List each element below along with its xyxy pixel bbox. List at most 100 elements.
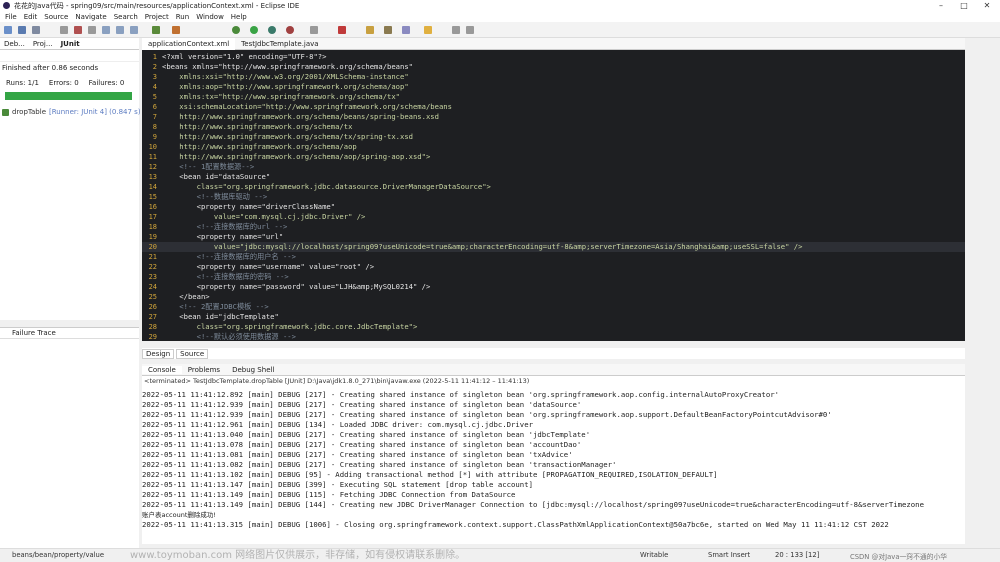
- tab-applicationcontext-xml[interactable]: applicationContext.xml: [142, 37, 236, 50]
- console-line: 2022-05-11 11:41:13.081 [main] DEBUG [21…: [142, 450, 573, 459]
- line-number: 21: [148, 253, 157, 261]
- status-cursor-position: 20 : 133 [12]: [775, 551, 820, 559]
- line-number: 15: [148, 193, 157, 201]
- console-line: 2022-05-11 11:41:13.078 [main] DEBUG [21…: [142, 440, 582, 449]
- close-button[interactable]: ✕: [976, 0, 998, 11]
- status-writable: Writable: [640, 551, 669, 559]
- line-number: 2: [152, 63, 157, 71]
- menu-project[interactable]: Project: [145, 13, 169, 21]
- console-line: 2022-05-11 11:41:13.040 [main] DEBUG [21…: [142, 430, 591, 439]
- maximize-button[interactable]: □: [953, 0, 975, 11]
- coverage-icon[interactable]: [268, 26, 276, 34]
- external-tools-icon[interactable]: [286, 26, 294, 34]
- code-line: 7 http://www.springframework.org/schema/…: [142, 112, 965, 122]
- code-text: <property name="url": [162, 232, 284, 241]
- code-line: 28 class="org.springframework.jdbc.core.…: [142, 322, 965, 332]
- line-number: 23: [148, 273, 157, 281]
- console-line: 2022-05-11 11:41:13.149 [main] DEBUG [14…: [142, 500, 924, 509]
- code-text: </bean>: [162, 292, 210, 301]
- menu-file[interactable]: File: [5, 13, 17, 21]
- toolbar-icon[interactable]: [338, 26, 346, 34]
- tab-debug[interactable]: Deb...: [0, 40, 29, 48]
- save-icon[interactable]: [18, 26, 26, 34]
- toolbar-icon[interactable]: [116, 26, 124, 34]
- stop-icon[interactable]: [74, 26, 82, 34]
- console-line: 2022-05-11 11:41:12.892 [main] DEBUG [21…: [142, 390, 779, 399]
- tab-debug-shell[interactable]: Debug Shell: [226, 366, 280, 374]
- code-line: 27 <bean id="jdbcTemplate": [142, 312, 965, 322]
- debug-icon[interactable]: [152, 26, 160, 34]
- junit-test-item[interactable]: dropTable [Runner: JUnit 4] (0.847 s): [2, 108, 141, 116]
- run-icon[interactable]: [250, 26, 258, 34]
- toolbar-icon[interactable]: [424, 26, 432, 34]
- menu-edit[interactable]: Edit: [24, 13, 38, 21]
- toolbar-icon[interactable]: [172, 26, 180, 34]
- code-line: 8 http://www.springframework.org/schema/…: [142, 122, 965, 132]
- code-text: <!--连接数据库的密码 -->: [162, 272, 289, 281]
- menu-help[interactable]: Help: [231, 13, 247, 21]
- toolbar-icon[interactable]: [88, 26, 96, 34]
- code-line: 5 xmlns:tx="http://www.springframework.o…: [142, 92, 965, 102]
- tab-source[interactable]: Source: [176, 348, 209, 359]
- code-line: 14 class="org.springframework.jdbc.datas…: [142, 182, 965, 192]
- line-number: 7: [152, 113, 157, 121]
- menu-source[interactable]: Source: [44, 13, 68, 21]
- code-line: 19 <property name="url": [142, 232, 965, 242]
- menu-navigate[interactable]: Navigate: [75, 13, 106, 21]
- code-line: 9 http://www.springframework.org/schema/…: [142, 132, 965, 142]
- left-view-tabs: Deb... Proj... JUnit: [0, 38, 139, 50]
- debug-run-icon[interactable]: [232, 26, 240, 34]
- toolbar-icon[interactable]: [130, 26, 138, 34]
- back-icon[interactable]: [452, 26, 460, 34]
- code-text: xmlns:aop="http://www.springframework.or…: [162, 82, 409, 91]
- code-line: 11 http://www.springframework.org/schema…: [142, 152, 965, 162]
- code-line: 4 xmlns:aop="http://www.springframework.…: [142, 82, 965, 92]
- code-line: 10 http://www.springframework.org/schema…: [142, 142, 965, 152]
- code-line: 16 <property name="driverClassName": [142, 202, 965, 212]
- code-text: <!-- 1配置数据源-->: [162, 162, 255, 171]
- console-output[interactable]: 2022-05-11 11:41:12.892 [main] DEBUG [21…: [142, 386, 965, 544]
- line-number: 26: [148, 303, 157, 311]
- junit-view: [0, 50, 139, 320]
- save-all-icon[interactable]: [32, 26, 40, 34]
- junit-runner: [Runner: JUnit 4] (0.847 s): [49, 108, 141, 116]
- console-tabs: Console Problems Debug Shell: [142, 364, 965, 376]
- line-number: 12: [148, 163, 157, 171]
- tab-testjdbctemplate-java[interactable]: TestJdbcTemplate.java: [235, 38, 324, 50]
- console-line: 2022-05-11 11:41:13.149 [main] DEBUG [11…: [142, 490, 516, 499]
- tab-problems[interactable]: Problems: [182, 366, 226, 374]
- menu-run[interactable]: Run: [176, 13, 189, 21]
- toolbar-icon[interactable]: [402, 26, 410, 34]
- open-type-icon[interactable]: [366, 26, 374, 34]
- tab-console[interactable]: Console: [142, 365, 182, 374]
- code-text: <bean id="jdbcTemplate": [162, 312, 279, 321]
- code-editor[interactable]: 1 <?xml version="1.0" encoding="UTF-8"?> 2…: [142, 50, 965, 341]
- tab-design[interactable]: Design: [142, 348, 175, 359]
- code-text: <!--默认必须使用数据源 -->: [162, 332, 296, 341]
- forward-icon[interactable]: [466, 26, 474, 34]
- status-xml-path: beans/bean/property/value: [12, 551, 105, 559]
- tab-junit[interactable]: JUnit: [56, 39, 84, 48]
- tab-project-explorer[interactable]: Proj...: [29, 40, 57, 48]
- toolbar-icon[interactable]: [310, 26, 318, 34]
- code-line: 2 <beans xmlns="http://www.springframewor…: [142, 62, 965, 72]
- failure-trace-label: Failure Trace: [0, 328, 139, 339]
- code-text: value="com.mysql.cj.jdbc.Driver" />: [162, 212, 366, 221]
- line-number: 1: [152, 53, 157, 61]
- window-title: 花花的Java代码 - spring09/src/main/resources/…: [14, 1, 300, 10]
- code-line: 17 value="com.mysql.cj.jdbc.Driver" />: [142, 212, 965, 222]
- toolbar-icon[interactable]: [60, 26, 68, 34]
- minimize-button[interactable]: –: [930, 0, 952, 11]
- code-line: 13 <bean id="dataSource": [142, 172, 965, 182]
- code-line: 24 <property name="password" value="LJH&…: [142, 282, 965, 292]
- code-text: <property name="username" value="root" /…: [162, 262, 375, 271]
- toolbar-icon[interactable]: [102, 26, 110, 34]
- line-number: 17: [148, 213, 157, 221]
- console-terminated-label: <terminated> TestJdbcTemplate.dropTable …: [142, 376, 965, 386]
- menu-window[interactable]: Window: [196, 13, 224, 21]
- new-icon[interactable]: [4, 26, 12, 34]
- code-line: 3 xmlns:xsi="http://www.w3.org/2001/XMLS…: [142, 72, 965, 82]
- toolbar-icon[interactable]: [384, 26, 392, 34]
- junit-finished-label: Finished after 0.86 seconds: [2, 64, 99, 72]
- menu-search[interactable]: Search: [114, 13, 138, 21]
